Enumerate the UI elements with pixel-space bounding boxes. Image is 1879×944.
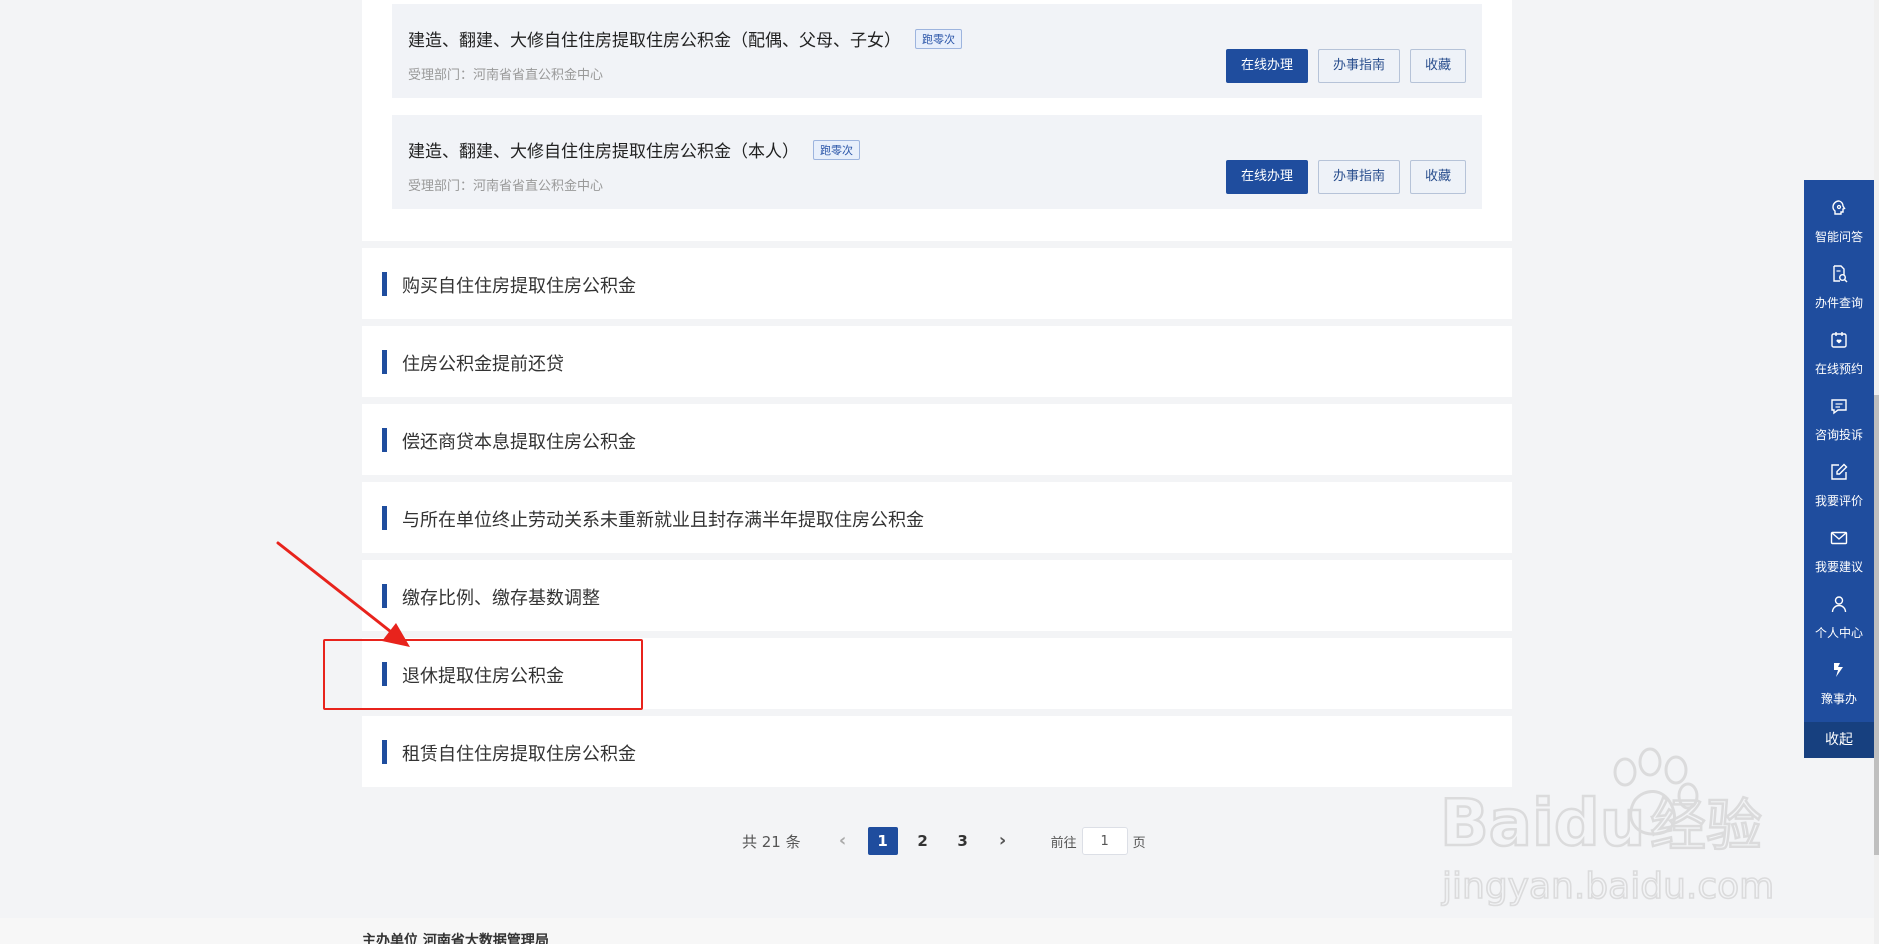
category-label[interactable]: 偿还商贷本息提取住房公积金 (402, 428, 636, 454)
sidebar-item-label: 我要建议 (1814, 560, 1863, 574)
service-item-actions: 在线办理 办事指南 收藏 (1225, 160, 1466, 194)
svg-text:经验: 经验 (1650, 794, 1762, 859)
guide-button[interactable]: 办事指南 (1317, 49, 1400, 83)
sidebar-item-label: 个人中心 (1814, 626, 1863, 640)
pagination-page-2[interactable]: 2 (908, 827, 938, 855)
sidebar-item-label: 豫事办 (1820, 692, 1857, 706)
service-item-dept: 受理部门：河南省省直公积金中心 (408, 68, 604, 83)
category-accent-bar (382, 662, 387, 686)
service-item: 建造、翻建、大修自住住房提取住房公积金（本人） 跑零次 受理部门：河南省省直公积金… (392, 115, 1482, 209)
category-label[interactable]: 购买自住住房提取住房公积金 (402, 272, 636, 298)
category-row[interactable]: 租赁自住住房提取住房公积金 (362, 716, 1512, 787)
sidebar-item-label: 我要评价 (1814, 494, 1863, 508)
sidebar-item-evaluate[interactable]: 我要评价 (1804, 444, 1874, 510)
service-item-title[interactable]: 建造、翻建、大修自住住房提取住房公积金（配偶、父母、子女） 跑零次 (408, 26, 962, 51)
pagination-page-unit: 页 (1132, 835, 1146, 851)
category-label[interactable]: 退休提取住房公积金 (402, 662, 564, 688)
chat-icon (1831, 399, 1847, 415)
sidebar-item-suggest[interactable]: 我要建议 (1804, 510, 1874, 576)
sidebar-collapse-button[interactable]: 收起 (1804, 722, 1874, 758)
service-item: 建造、翻建、大修自住住房提取住房公积金（配偶、父母、子女） 跑零次 受理部门：河南… (392, 4, 1482, 98)
svg-text:Baidu: Baidu (1440, 787, 1645, 861)
category-accent-bar (382, 506, 387, 530)
brand-icon (1834, 663, 1843, 677)
sidebar-item-label: 智能问答 (1814, 230, 1863, 244)
sidebar-item-consult-complain[interactable]: 咨询投诉 (1804, 378, 1874, 444)
sidebar-item-personal-center[interactable]: 个人中心 (1804, 576, 1874, 642)
service-item-panel: 建造、翻建、大修自住住房提取住房公积金（配偶、父母、子女） 跑零次 受理部门：河南… (362, 0, 1512, 241)
online-handle-button[interactable]: 在线办理 (1225, 160, 1308, 194)
favorite-button[interactable]: 收藏 (1409, 49, 1466, 83)
edit-icon (1831, 463, 1848, 480)
page-scrollbar[interactable] (1874, 0, 1879, 944)
main-content: 建造、翻建、大修自住住房提取住房公积金（配偶、父母、子女） 跑零次 受理部门：河南… (362, 0, 1512, 790)
pagination-page-3[interactable]: 3 (948, 827, 978, 855)
category-label[interactable]: 缴存比例、缴存基数调整 (402, 584, 600, 610)
zero-visit-tag: 跑零次 (915, 29, 962, 49)
pagination-goto-input[interactable] (1081, 827, 1128, 855)
category-row[interactable]: 偿还商贷本息提取住房公积金 (362, 404, 1512, 475)
sidebar-item-label: 咨询投诉 (1814, 428, 1863, 442)
category-accent-bar (382, 272, 387, 296)
pagination-prev-icon[interactable]: ‹ (828, 827, 858, 855)
category-row[interactable]: 退休提取住房公积金 (362, 638, 1512, 709)
sidebar-item-label: 办件查询 (1814, 296, 1863, 310)
sidebar-item-online-booking[interactable]: 在线预约 (1804, 312, 1874, 378)
sidebar-item-smart-qa[interactable]: 智能问答 (1804, 180, 1874, 246)
online-handle-button[interactable]: 在线办理 (1225, 49, 1308, 83)
page-scrollbar-thumb[interactable] (1874, 395, 1879, 855)
category-row[interactable]: 与所在单位终止劳动关系未重新就业且封存满半年提取住房公积金 (362, 482, 1512, 553)
category-accent-bar (382, 350, 387, 374)
mail-icon (1830, 531, 1848, 545)
service-item-dept: 受理部门：河南省省直公积金中心 (408, 179, 604, 194)
category-row[interactable]: 购买自住住房提取住房公积金 (362, 248, 1512, 319)
footer-host: 主办单位 河南省大数据管理局 (362, 933, 549, 944)
favorite-button[interactable]: 收藏 (1409, 160, 1466, 194)
category-accent-bar (382, 584, 387, 608)
category-label[interactable]: 与所在单位终止劳动关系未重新就业且封存满半年提取住房公积金 (402, 506, 924, 532)
service-item-title[interactable]: 建造、翻建、大修自住住房提取住房公积金（本人） 跑零次 (408, 137, 860, 162)
document-search-icon (1833, 265, 1848, 283)
floating-sidebar: 智能问答 办件查询 在线预约 咨询投诉 我要评价 我要建议 个人中心 豫事办 收… (1804, 180, 1874, 758)
pagination-total: 共 21 条 (742, 832, 801, 851)
user-icon (1831, 596, 1847, 613)
category-accent-bar (382, 428, 387, 452)
guide-button[interactable]: 办事指南 (1317, 160, 1400, 194)
pagination-next-icon[interactable]: › (988, 827, 1018, 855)
pagination: 共 21 条 ‹ 1 2 3 › 前往 页 (742, 826, 1146, 856)
service-item-actions: 在线办理 办事指南 收藏 (1225, 49, 1466, 83)
category-accent-bar (382, 740, 387, 764)
sidebar-item-case-query[interactable]: 办件查询 (1804, 246, 1874, 312)
category-row[interactable]: 住房公积金提前还贷 (362, 326, 1512, 397)
brain-icon (1832, 200, 1846, 215)
pagination-goto-label: 前往 (1050, 835, 1077, 851)
category-label[interactable]: 住房公积金提前还贷 (402, 350, 564, 376)
category-label[interactable]: 租赁自住住房提取住房公积金 (402, 740, 636, 766)
category-row[interactable]: 缴存比例、缴存基数调整 (362, 560, 1512, 631)
svg-text:jingyan.baidu.com: jingyan.baidu.com (1441, 866, 1774, 907)
calendar-icon (1831, 332, 1847, 348)
footer: 主办单位 河南省大数据管理局 (0, 918, 1879, 944)
sidebar-item-yushiban[interactable]: 豫事办 (1804, 642, 1874, 708)
pagination-page-1[interactable]: 1 (867, 827, 898, 855)
zero-visit-tag: 跑零次 (813, 140, 860, 160)
sidebar-item-label: 在线预约 (1814, 362, 1863, 376)
